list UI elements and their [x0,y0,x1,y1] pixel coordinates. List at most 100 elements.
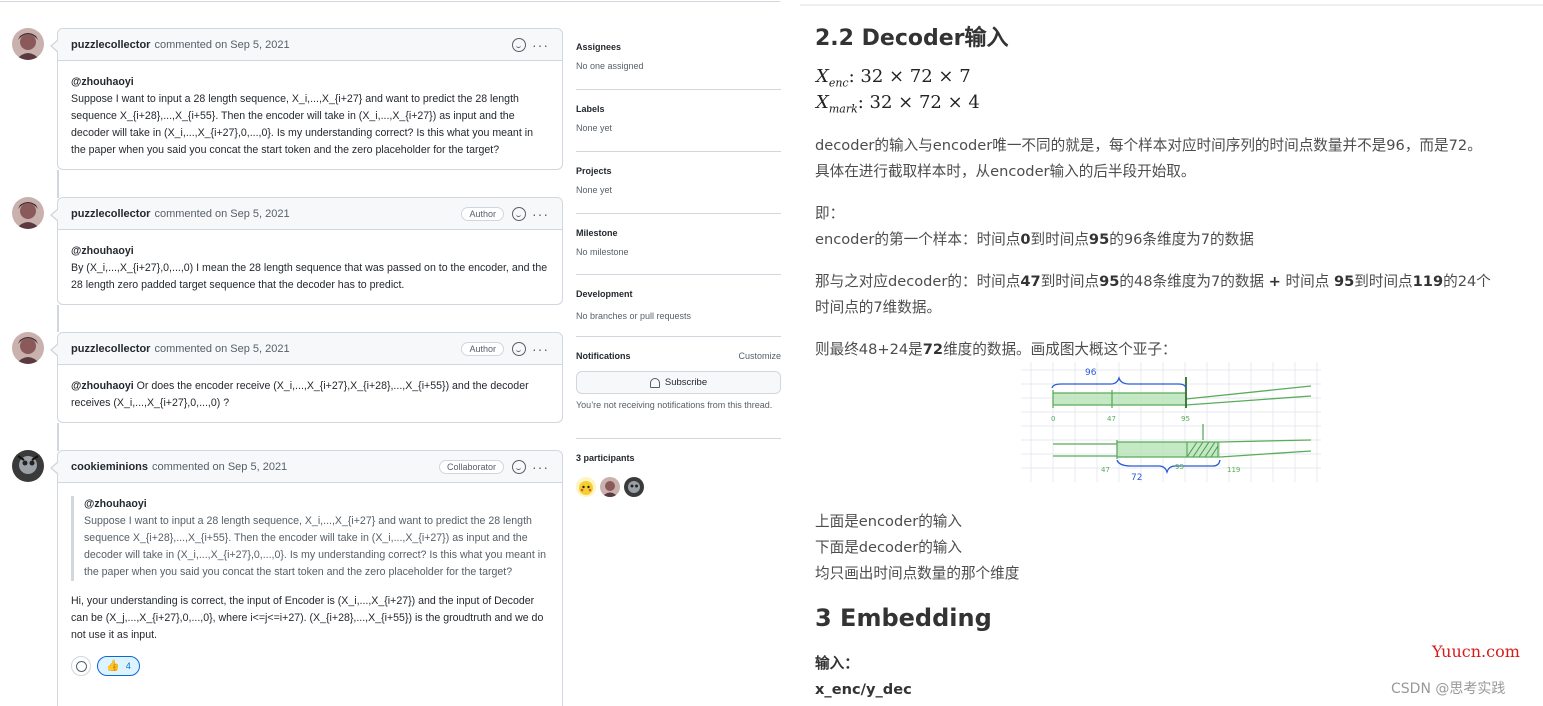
subscribe-label: Subscribe [664,377,708,388]
paragraph: 则最终48+24是72维度的数据。画成图大概这个亚子： [815,337,1530,363]
bold-text: 95 [1099,273,1120,290]
sketch-label: 95 [1175,463,1184,471]
divider [576,274,781,275]
comment-text: By (X_i,...,X_{i+27},0,...,0) I mean the… [71,262,548,291]
comment-body: @zhouhaoyi By (X_i,...,X_{i+27},0,...,0)… [58,230,562,306]
mention[interactable]: @zhouhaoyi [71,245,134,257]
participant-avatar[interactable] [624,477,644,497]
divider [576,89,781,90]
divider [576,438,781,439]
assignees-title[interactable]: Assignees [576,42,781,52]
math-subscript: enc [828,76,849,90]
participants-section: 3 participants [576,453,781,463]
development-title[interactable]: Development [576,289,781,299]
add-reaction-icon[interactable] [512,341,526,356]
timeline-connector [57,170,59,198]
comment-author[interactable]: cookieminions [71,461,148,473]
heading-decoder-input: 2.2 Decoder输入 [815,26,1009,51]
projects-section: Projects None yet [576,166,781,195]
participants-title: 3 participants [576,453,635,463]
milestone-title[interactable]: Milestone [576,228,781,238]
divider [576,336,781,337]
comment-header: puzzlecollector commented on Sep 5, 2021… [50,29,562,61]
reactions-row: 👍 4 [71,656,549,676]
avatar[interactable] [12,332,44,364]
more-options-icon[interactable]: ··· [532,207,549,221]
comment-header: puzzlecollector commented on Sep 5, 2021… [50,198,562,230]
text-line: encoder的第一个样本：时间点0到时间点95的96条维度为7的数据 [815,227,1530,253]
avatar[interactable] [12,28,44,60]
comment-author[interactable]: puzzlecollector [71,208,150,220]
add-reaction-icon[interactable] [512,37,526,52]
assignees-value: No one assigned [576,61,644,71]
math-expression: : 32 × 72 × 7 [848,66,971,87]
sketch-label: 47 [1101,466,1110,474]
avatar[interactable] [12,197,44,229]
sketch-label: 47 [1107,415,1116,423]
sketch-label: 72 [1131,473,1142,482]
comment-author[interactable]: puzzlecollector [71,39,150,51]
comment-card: puzzlecollector commented on Sep 5, 2021… [50,332,563,424]
comment-body: @zhouhaoyi Suppose I want to input a 28 … [58,61,562,171]
author-badge: Author [461,206,504,221]
add-reaction-icon[interactable] [512,459,526,474]
participant-avatar[interactable] [576,477,596,497]
reaction-count: 4 [125,660,131,671]
comment-timestamp[interactable]: commented on Sep 5, 2021 [154,208,289,220]
subscribe-button[interactable]: Subscribe [576,371,781,394]
comment-body: @zhouhaoyi Suppose I want to input a 28 … [58,483,562,688]
watermark-site: Yuucn.com [1432,642,1520,661]
quote-text: Suppose I want to input a 28 length sequ… [84,515,546,578]
bold-text: 72 [922,341,944,358]
text-run: encoder的第一个样本：时间点 [815,231,1021,248]
labels-title[interactable]: Labels [576,104,781,114]
more-options-icon[interactable]: ··· [532,342,549,356]
participant-avatar[interactable] [600,477,620,497]
text-run: 的96条维度为7的数据 [1109,231,1254,248]
mention[interactable]: @zhouhaoyi [71,76,134,88]
bell-icon [649,377,660,388]
text-line: 下面是decoder的输入 [815,539,962,556]
text-line: 即： [815,205,845,222]
mention[interactable]: @zhouhaoyi [71,380,134,392]
divider [576,213,781,214]
comment-timestamp[interactable]: commented on Sep 5, 2021 [152,461,287,473]
labels-section: Labels None yet [576,104,781,133]
comment-timestamp[interactable]: commented on Sep 5, 2021 [154,343,289,355]
thumbs-up-reaction[interactable]: 👍 4 [97,656,140,676]
text-line: 上面是encoder的输入 [815,513,962,530]
text-run: 的24个 [1443,273,1491,290]
comment-body: @zhouhaoyi Or does the encoder receive (… [58,365,562,424]
milestone-section: Milestone No milestone [576,228,781,257]
text-run: 维度的数据。画成图大概这个亚子： [943,341,1177,358]
paragraph: 上面是encoder的输入 下面是decoder的输入 均只画出时间点数量的那个… [815,509,1530,587]
more-options-icon[interactable]: ··· [532,38,549,52]
thumbs-up-icon: 👍 [106,659,120,672]
text-run: 到时间点 [1040,273,1100,290]
sketch-label: 95 [1181,415,1190,423]
comment-author[interactable]: puzzlecollector [71,343,150,355]
add-reaction-button[interactable] [71,656,91,676]
projects-title[interactable]: Projects [576,166,781,176]
heading-embedding: 3 Embedding [815,604,992,632]
more-options-icon[interactable]: ··· [532,460,549,474]
add-reaction-icon[interactable] [512,206,526,221]
collaborator-badge: Collaborator [438,459,504,474]
math-x-mark: Xmark: 32 × 72 × 4 [816,92,980,116]
avatar[interactable] [12,450,44,482]
text-line: 则最终48+24是72维度的数据。画成图大概这个亚子： [815,337,1530,363]
comment-header: puzzlecollector commented on Sep 5, 2021… [50,333,562,365]
quote-mention[interactable]: @zhouhaoyi [84,496,549,513]
paragraph: decoder的输入与encoder唯一不同的就是，每个样本对应时间序列的时间点… [815,133,1530,185]
text-run: 到时间点 [1030,231,1089,248]
text-run: 时间点 [1280,273,1334,290]
bold-text: + [1268,273,1281,290]
customize-link[interactable]: Customize [738,351,781,361]
math-subscript: mark [828,102,858,116]
comment-text: Suppose I want to input a 28 length sequ… [71,93,533,156]
paragraph: 那与之对应decoder的：时间点47到时间点95的48条维度为7的数据 + 时… [815,269,1530,321]
milestone-value: No milestone [576,247,629,257]
comment-timestamp[interactable]: commented on Sep 5, 2021 [154,39,289,51]
bold-text: 95 [1088,231,1110,248]
article-panel: 2.2 Decoder输入 Xenc: 32 × 72 × 7 Xmark: 3… [800,0,1543,706]
